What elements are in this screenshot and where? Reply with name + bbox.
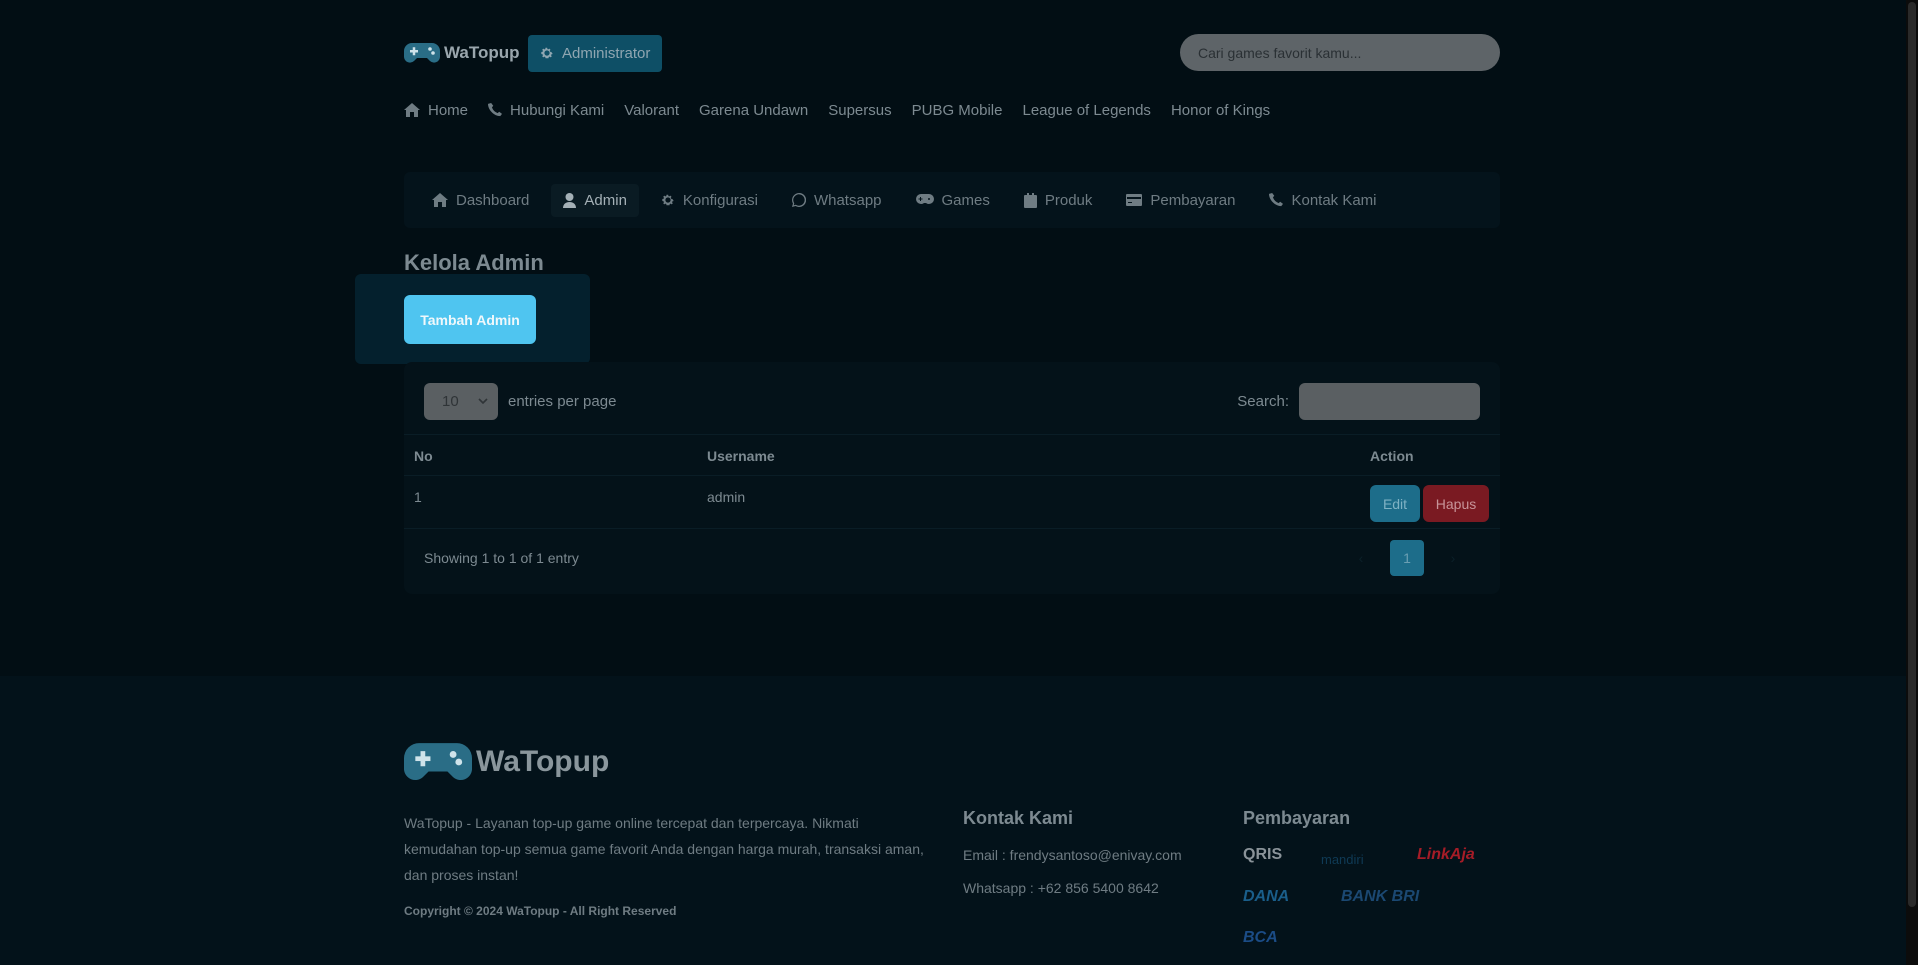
scrollbar-thumb[interactable] xyxy=(1908,2,1916,907)
phone-icon xyxy=(1269,193,1284,207)
gear-icon xyxy=(662,194,674,206)
nav-garena-undawn[interactable]: Garena Undawn xyxy=(699,102,808,119)
bank-bri-logo: BANK BRI xyxy=(1341,888,1420,905)
nav-hubungi-kami[interactable]: Hubungi Kami xyxy=(488,102,604,119)
header: WaTopup Administrator xyxy=(404,34,1500,72)
home-icon xyxy=(432,193,448,207)
table-footer: Showing 1 to 1 of 1 entry ‹ 1 › xyxy=(424,540,1480,576)
brand-name: WaTopup xyxy=(444,43,520,62)
tab-label: Pembayaran xyxy=(1150,191,1236,209)
nav-label: Supersus xyxy=(828,101,892,119)
nav-pubg-mobile[interactable]: PUBG Mobile xyxy=(912,102,1003,119)
tab-pembayaran[interactable]: Pembayaran xyxy=(1114,184,1247,217)
nav-label: Honor of Kings xyxy=(1170,101,1271,119)
delete-button[interactable]: Hapus xyxy=(1423,485,1489,522)
home-icon xyxy=(404,103,420,117)
entries-value: 10 xyxy=(442,392,459,410)
entries-per-page-select[interactable]: 10 xyxy=(424,382,498,420)
tab-kontak-kami[interactable]: Kontak Kami xyxy=(1257,184,1388,217)
nav-honor-of-kings[interactable]: Honor of Kings xyxy=(1171,102,1270,119)
table-row: 1 admin Edit Hapus xyxy=(404,476,1500,529)
tab-label: Konfigurasi xyxy=(682,191,758,209)
tab-label: Admin xyxy=(584,191,627,209)
edit-button[interactable]: Edit xyxy=(1370,485,1420,522)
gamepad-logo-icon xyxy=(404,43,440,63)
gamepad-icon xyxy=(915,194,934,205)
administrator-label: Administrator xyxy=(562,44,651,62)
nav-home[interactable]: Home xyxy=(404,102,468,119)
payment-heading: Pembayaran xyxy=(1243,808,1351,828)
footer-brand-logo: WaTopup xyxy=(404,735,609,789)
table-info: Showing 1 to 1 of 1 entry xyxy=(424,550,579,566)
tab-games[interactable]: Games xyxy=(904,184,1002,217)
chevron-down-icon xyxy=(478,398,488,404)
tab-label: Dashboard xyxy=(456,191,530,209)
nav-label: Garena Undawn xyxy=(699,101,809,119)
tab-dashboard[interactable]: Dashboard xyxy=(420,184,541,217)
nav-label: Home xyxy=(428,101,469,119)
footer-brand-name: WaTopup xyxy=(476,745,610,778)
footer-copyright: Copyright © 2024 WaTopup - All Right Res… xyxy=(404,904,677,918)
box-icon xyxy=(1023,192,1037,208)
previous-page-button[interactable]: ‹ xyxy=(1344,540,1378,576)
tab-produk[interactable]: Produk xyxy=(1012,184,1105,217)
qris-logo: QRIS xyxy=(1243,846,1283,863)
main-nav: Home Hubungi Kami Valorant Garena Undawn… xyxy=(404,98,1500,122)
page-scrollbar[interactable] xyxy=(1906,0,1918,965)
footer-about: WaTopup - Layanan top-up game online ter… xyxy=(404,815,924,883)
site-footer xyxy=(0,676,1906,965)
tab-label: Kontak Kami xyxy=(1291,191,1377,209)
brand-logo[interactable]: WaTopup xyxy=(404,36,524,70)
contact-email[interactable]: Email : frendysantoso@enivay.com xyxy=(963,847,1182,863)
column-header-no[interactable]: No xyxy=(414,448,433,464)
nav-valorant[interactable]: Valorant xyxy=(624,102,679,119)
whatsapp-icon xyxy=(791,193,806,207)
phone-icon xyxy=(488,103,503,117)
tab-whatsapp[interactable]: Whatsapp xyxy=(780,184,894,217)
nav-league-of-legends[interactable]: League of Legends xyxy=(1022,102,1150,119)
nav-supersus[interactable]: Supersus xyxy=(828,102,891,119)
page-1-button[interactable]: 1 xyxy=(1390,540,1424,576)
gear-icon xyxy=(541,47,553,59)
dana-logo: DANA xyxy=(1243,888,1290,905)
tab-konfigurasi[interactable]: Konfigurasi xyxy=(649,184,770,217)
linkaja-logo: LinkAja xyxy=(1417,846,1475,863)
user-icon xyxy=(563,192,577,208)
pagination: ‹ 1 › xyxy=(1344,540,1470,576)
add-admin-button[interactable]: Tambah Admin xyxy=(404,295,536,344)
column-header-action: Action xyxy=(1370,448,1414,464)
page-title: Kelola Admin xyxy=(404,250,544,275)
tab-label: Produk xyxy=(1044,191,1093,209)
tab-admin[interactable]: Admin xyxy=(551,183,639,217)
administrator-button[interactable]: Administrator xyxy=(528,34,663,72)
nav-label: PUBG Mobile xyxy=(911,101,1003,119)
bca-logo: BCA xyxy=(1243,929,1278,946)
game-search-input[interactable] xyxy=(1180,34,1500,71)
table-header: No Username Action xyxy=(404,434,1500,476)
cell-no: 1 xyxy=(414,489,422,505)
table-search-input[interactable] xyxy=(1299,382,1480,420)
tab-label: Whatsapp xyxy=(813,191,882,209)
cell-username: admin xyxy=(707,489,746,505)
mandiri-logo: mandiri xyxy=(1321,852,1364,867)
tab-label: Games xyxy=(941,191,990,209)
column-header-username[interactable]: Username xyxy=(707,448,775,464)
entries-per-page-label: entries per page xyxy=(508,392,617,410)
table-search-label: Search: xyxy=(1237,392,1289,410)
nav-label: Valorant xyxy=(624,101,679,119)
table-controls: 10 entries per page Search: xyxy=(424,382,1480,420)
admin-tabs: Dashboard Admin Konfigurasi Whatsapp Gam… xyxy=(404,172,1500,228)
admin-table-card: 10 entries per page Search: No Username … xyxy=(404,362,1500,594)
contact-heading: Kontak Kami xyxy=(963,808,1074,828)
gamepad-logo-icon xyxy=(404,743,472,781)
nav-label: Hubungi Kami xyxy=(510,101,605,119)
nav-label: League of Legends xyxy=(1022,101,1151,119)
card-icon xyxy=(1126,194,1143,206)
contact-whatsapp[interactable]: Whatsapp : +62 856 5400 8642 xyxy=(963,880,1159,896)
next-page-button[interactable]: › xyxy=(1436,540,1470,576)
